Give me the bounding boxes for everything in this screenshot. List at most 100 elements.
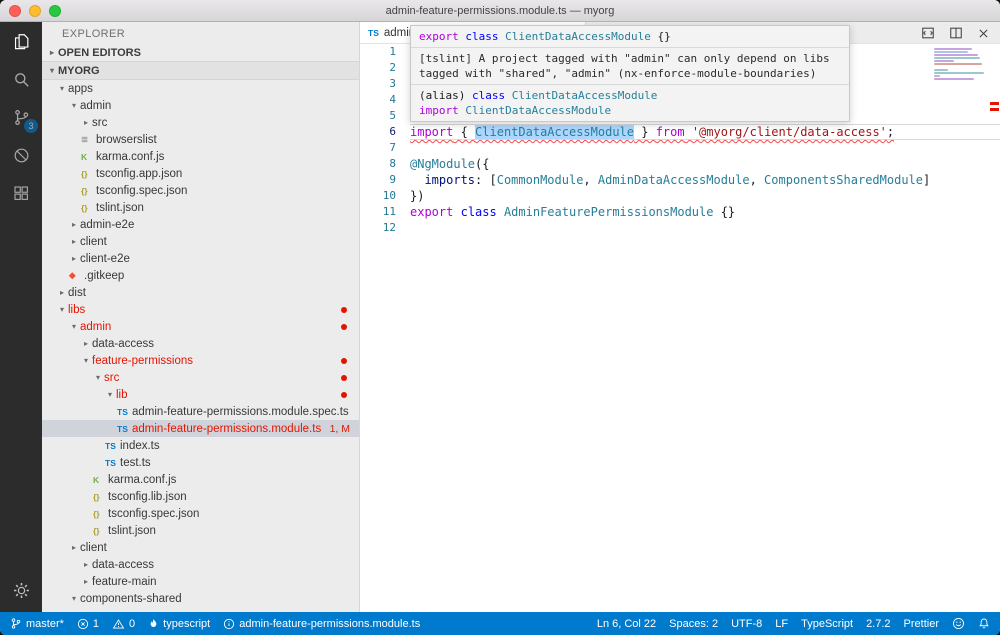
title-bar[interactable]: admin-feature-permissions.module.ts — my… [0, 0, 1000, 22]
tree-file-admin-feature-permissions.module.ts[interactable]: TSadmin-feature-permissions.module.ts1, … [42, 420, 359, 437]
tree-file-index.ts[interactable]: TSindex.ts [42, 437, 359, 454]
code-token: {} [651, 30, 671, 43]
code-line-7[interactable]: 7 [360, 140, 1000, 156]
tree-file-admin-feature-permissions.module.spec.ts[interactable]: TSadmin-feature-permissions.module.spec.… [42, 403, 359, 420]
minimap[interactable] [934, 48, 988, 84]
hover-import-line: import ClientDataAccessModule [419, 103, 841, 118]
workspace-root-header[interactable]: ▾ MYORG [42, 61, 359, 80]
chevron-right-icon: ▸ [68, 543, 80, 552]
feedback-smiley[interactable] [952, 617, 965, 630]
chevron-right-icon: ▸ [80, 577, 92, 586]
line-number: 10 [360, 188, 396, 204]
minimap-line [934, 48, 972, 50]
code-token: (alias) [419, 89, 472, 102]
open-editors-header[interactable]: ▸ OPEN EDITORS [42, 44, 359, 61]
chevron-right-icon: ▸ [80, 339, 92, 348]
settings-gear-icon[interactable] [0, 581, 42, 600]
source-control-icon[interactable]: 3 [0, 98, 42, 136]
code-line-6[interactable]: 6import { ClientDataAccessModule } from … [360, 124, 1000, 140]
tree-file-test.ts[interactable]: TStest.ts [42, 454, 359, 471]
language-mode[interactable]: TypeScript [801, 618, 853, 630]
tree-item-label: admin [80, 321, 111, 333]
code-token: ClientDataAccessModule [505, 30, 651, 43]
eol-sequence[interactable]: LF [775, 618, 788, 630]
tree-folder-feature-permissions[interactable]: ▾feature-permissions [42, 352, 359, 369]
code-token: } [634, 125, 656, 139]
code-line-12[interactable]: 12 [360, 220, 1000, 236]
search-icon[interactable] [0, 60, 42, 98]
tree-folder-admin[interactable]: ▾admin [42, 318, 359, 335]
modified-dot [341, 358, 347, 364]
code-editor[interactable]: 123456import { ClientDataAccessModule } … [360, 44, 1000, 612]
code-line-11[interactable]: 11export class AdminFeaturePermissionsMo… [360, 204, 1000, 220]
tree-item-label: data-access [92, 338, 154, 350]
code-line-10[interactable]: 10}) [360, 188, 1000, 204]
tree-folder-client[interactable]: ▸client [42, 539, 359, 556]
debug-icon[interactable] [0, 136, 42, 174]
status-text: Spaces: 2 [669, 618, 718, 630]
git-branch-indicator[interactable]: master* [10, 617, 64, 630]
tree-file-browserslist[interactable]: ≣browserslist [42, 131, 359, 148]
code-token: }) [410, 189, 424, 203]
code-token: class [465, 30, 498, 43]
code-token: import [410, 125, 453, 139]
cursor-position[interactable]: Ln 6, Col 22 [597, 618, 656, 630]
notifications-bell[interactable] [978, 617, 990, 630]
tree-folder-feature-main[interactable]: ▸feature-main [42, 573, 359, 590]
tree-folder-data-access[interactable]: ▸data-access [42, 335, 359, 352]
typescript-version[interactable]: 2.7.2 [866, 618, 890, 630]
modified-dot [341, 324, 347, 330]
activity-bar: 3 [0, 22, 42, 612]
explorer-icon[interactable] [0, 22, 42, 60]
tree-folder-dist[interactable]: ▸dist [42, 284, 359, 301]
json-file-icon: {} [93, 526, 108, 536]
tree-file-.gitkeep[interactable]: ◆.gitkeep [42, 267, 359, 284]
tree-folder-components-shared[interactable]: ▾components-shared [42, 590, 359, 607]
code-line-9[interactable]: 9 imports: [CommonModule, AdminDataAcces… [360, 172, 1000, 188]
encoding[interactable]: UTF-8 [731, 618, 762, 630]
tree-folder-client[interactable]: ▸client [42, 233, 359, 250]
problems-errors[interactable]: 1 [77, 618, 99, 630]
tree-folder-src[interactable]: ▾src [42, 369, 359, 386]
tree-file-tsconfig.lib.json[interactable]: {}tsconfig.lib.json [42, 488, 359, 505]
line-content [410, 140, 1000, 156]
tree-folder-admin[interactable]: ▾admin [42, 97, 359, 114]
minimize-window-button[interactable] [29, 5, 41, 17]
tree-folder-apps[interactable]: ▾apps [42, 80, 359, 97]
tree-file-karma.conf.js[interactable]: Kkarma.conf.js [42, 471, 359, 488]
prettier-status[interactable]: Prettier [904, 618, 939, 630]
tree-folder-client-e2e[interactable]: ▸client-e2e [42, 250, 359, 267]
close-window-button[interactable] [9, 5, 21, 17]
zoom-window-button[interactable] [49, 5, 61, 17]
close-editor-icon[interactable] [977, 27, 990, 40]
tree-file-tsconfig.spec.json[interactable]: {}tsconfig.spec.json [42, 505, 359, 522]
tree-folder-lib[interactable]: ▾lib [42, 386, 359, 403]
code-token: : [ [475, 173, 497, 187]
lint-message-line: tagged with "shared", "admin" (nx-enforc… [419, 66, 841, 81]
extensions-icon[interactable] [0, 174, 42, 212]
bell-icon [978, 617, 990, 630]
tree-folder-src[interactable]: ▸src [42, 114, 359, 131]
tree-folder-admin-e2e[interactable]: ▸admin-e2e [42, 216, 359, 233]
tree-file-karma.conf.js[interactable]: Kkarma.conf.js [42, 148, 359, 165]
tree-folder-libs[interactable]: ▾libs [42, 301, 359, 318]
chevron-right-icon: ▸ [56, 288, 68, 297]
chevron-down-icon: ▾ [56, 305, 68, 314]
tree-file-tsconfig.app.json[interactable]: {}tsconfig.app.json [42, 165, 359, 182]
tree-file-tslint.json[interactable]: {}tslint.json [42, 522, 359, 539]
tree-file-tsconfig.spec.json[interactable]: {}tsconfig.spec.json [42, 182, 359, 199]
problems-warnings[interactable]: 0 [112, 618, 135, 630]
chevron-right-icon: ▸ [68, 237, 80, 246]
code-line-8[interactable]: 8@NgModule({ [360, 156, 1000, 172]
hover-signature-line: export class ClientDataAccessModule {} [419, 29, 841, 44]
tslint-status[interactable]: typescript [148, 617, 210, 630]
active-file-info[interactable]: admin-feature-permissions.module.ts [223, 618, 420, 630]
tree-file-tslint.json[interactable]: {}tslint.json [42, 199, 359, 216]
tree-item-label: browserslist [96, 134, 157, 146]
line-content: }) [410, 188, 1000, 204]
line-number: 2 [360, 60, 396, 76]
tree-folder-data-access[interactable]: ▸data-access [42, 556, 359, 573]
open-changes-icon[interactable] [921, 26, 935, 40]
indentation[interactable]: Spaces: 2 [669, 618, 718, 630]
split-editor-icon[interactable] [949, 26, 963, 40]
